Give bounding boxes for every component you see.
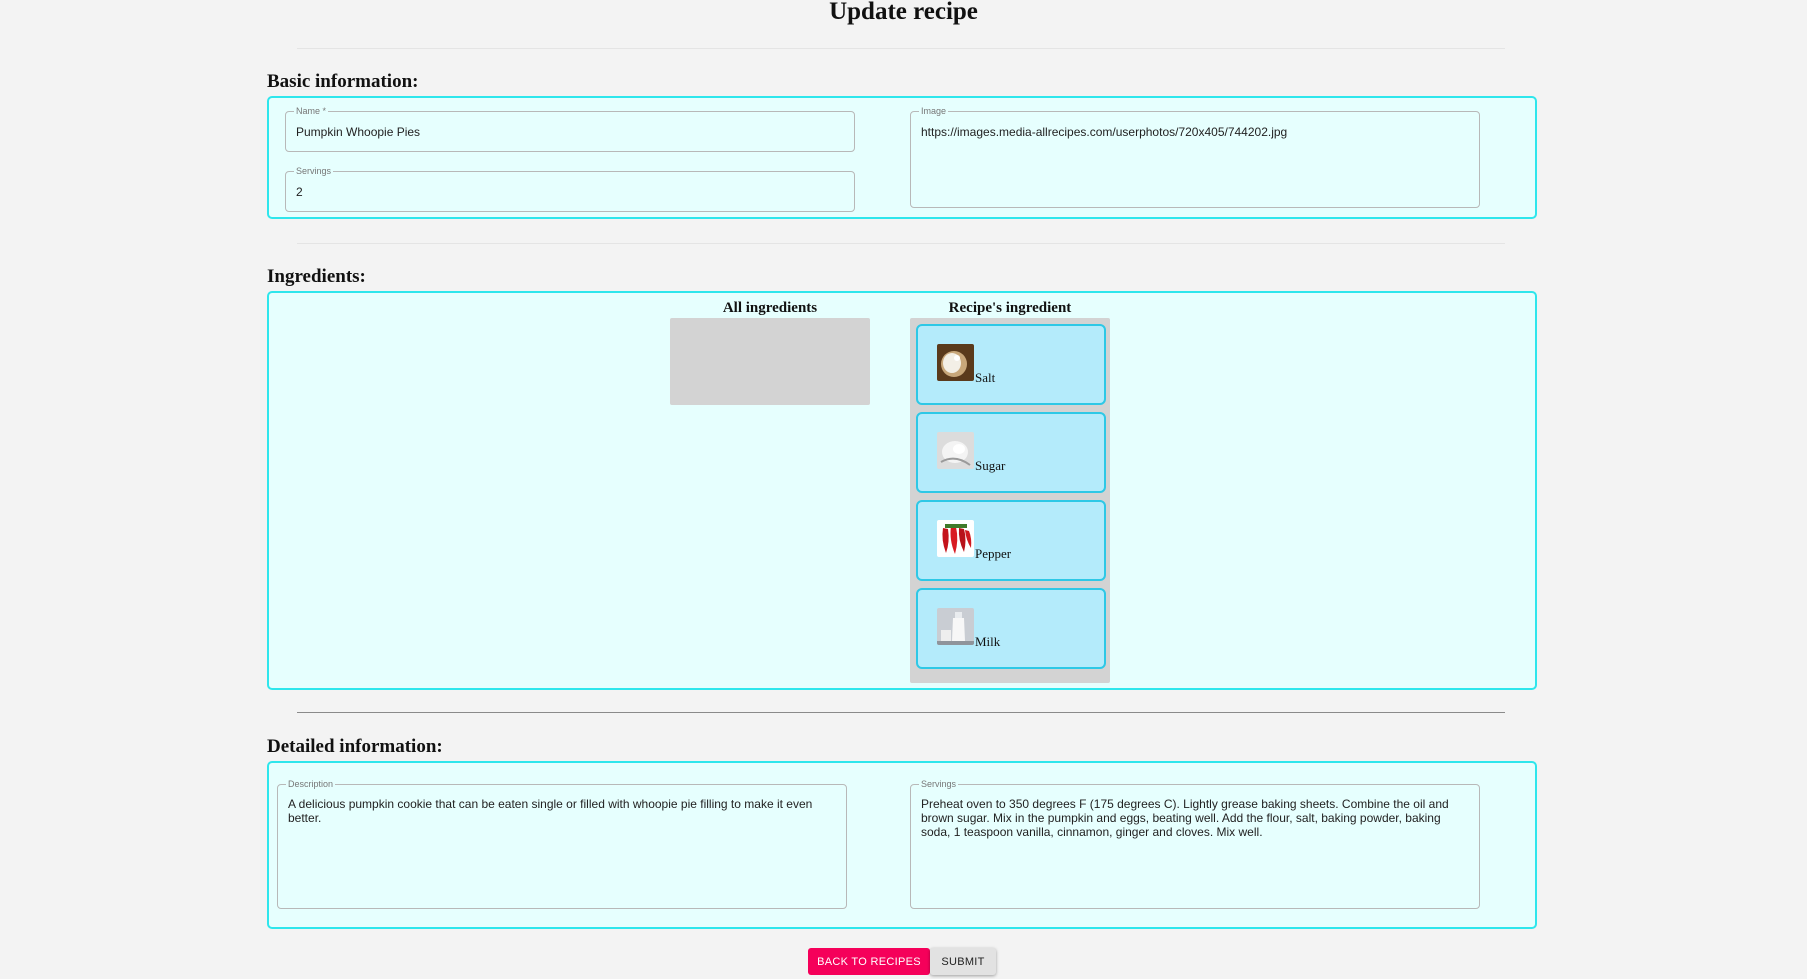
name-field[interactable]: Name * Pumpkin Whoopie Pies xyxy=(285,106,855,152)
ingredient-name: Sugar xyxy=(975,458,1006,473)
pepper-icon xyxy=(937,520,974,557)
description-field[interactable]: Description A delicious pumpkin cookie t… xyxy=(277,779,847,909)
ingredient-card-milk[interactable]: Milk xyxy=(916,588,1106,669)
basic-information-panel: Name * Pumpkin Whoopie Pies Servings 2 I… xyxy=(267,96,1537,219)
instructions-field[interactable]: Servings Preheat oven to 350 degrees F (… xyxy=(910,779,1480,909)
description-field-value[interactable]: A delicious pumpkin cookie that can be e… xyxy=(288,797,836,825)
ingredient-card-salt[interactable]: Salt xyxy=(916,324,1106,405)
ingredient-name: Salt xyxy=(975,370,996,385)
ingredient-name: Pepper xyxy=(975,546,1012,561)
servings-field-label: Servings xyxy=(294,166,334,177)
image-url-field-value[interactable]: https://images.media-allrecipes.com/user… xyxy=(921,125,1469,139)
page-title: Update recipe xyxy=(829,0,978,25)
description-field-label: Description xyxy=(286,779,336,790)
submit-button[interactable]: Submit xyxy=(930,948,996,975)
detailed-information-panel: Description A delicious pumpkin cookie t… xyxy=(267,761,1537,929)
image-url-field[interactable]: Image https://images.media-allrecipes.co… xyxy=(910,106,1480,208)
ingredients-panel: All ingredients Recipe's ingredient Salt xyxy=(267,291,1537,690)
sugar-icon xyxy=(937,432,974,469)
recipe-ingredients-title: Recipe's ingredient xyxy=(948,300,1072,316)
instructions-field-value[interactable]: Preheat oven to 350 degrees F (175 degre… xyxy=(921,797,1469,839)
back-to-recipes-button[interactable]: Back to recipes xyxy=(808,948,930,975)
detailed-information-heading: Detailed information: xyxy=(267,736,443,757)
name-field-label: Name * xyxy=(294,106,329,117)
name-field-value[interactable]: Pumpkin Whoopie Pies xyxy=(296,125,844,139)
servings-field-value[interactable]: 2 xyxy=(296,185,844,199)
basic-information-heading: Basic information: xyxy=(267,71,419,92)
milk-icon xyxy=(937,608,974,645)
divider xyxy=(297,48,1505,49)
all-ingredients-dropzone[interactable] xyxy=(670,318,870,405)
ingredient-card-pepper[interactable]: Pepper xyxy=(916,500,1106,581)
ingredient-card-sugar[interactable]: Sugar xyxy=(916,412,1106,493)
divider xyxy=(297,243,1505,244)
ingredients-heading: Ingredients: xyxy=(267,266,366,287)
all-ingredients-title: All ingredients xyxy=(722,300,818,316)
instructions-field-label: Servings xyxy=(919,779,959,790)
recipe-ingredients-dropzone[interactable]: Salt Sugar Pepper Milk xyxy=(910,318,1110,683)
image-url-field-label: Image xyxy=(919,106,949,117)
divider xyxy=(297,712,1505,713)
servings-field[interactable]: Servings 2 xyxy=(285,166,855,212)
ingredient-name: Milk xyxy=(975,634,1001,649)
salt-icon xyxy=(937,344,974,381)
